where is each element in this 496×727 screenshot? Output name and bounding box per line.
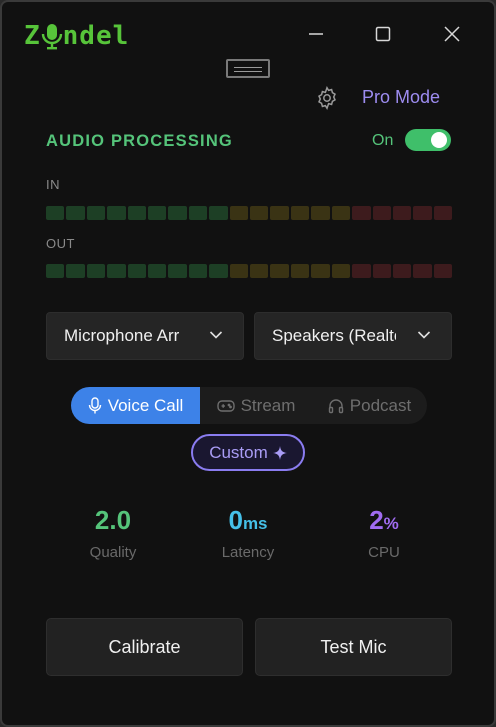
meter-segment: [311, 206, 330, 220]
processing-state-label: On: [372, 132, 394, 149]
meter-segment: [188, 264, 208, 278]
sparkle-icon: [272, 445, 287, 460]
cpu-number: 2: [369, 505, 384, 535]
compact-view-icon[interactable]: [226, 59, 270, 78]
stat-quality: 2.0 Quality: [48, 504, 178, 561]
meter-segment: [107, 264, 126, 278]
latency-value: 0ms: [183, 504, 313, 540]
meter-segment: [290, 206, 310, 220]
mode-voice-call[interactable]: Voice Call: [71, 387, 200, 424]
meter-segment: [331, 264, 351, 278]
meter-segment: [372, 264, 391, 278]
quality-value: 2.0: [48, 504, 178, 540]
meter-segment: [392, 206, 412, 220]
input-level-meter: [46, 206, 453, 220]
logo-letter-z: Z: [24, 21, 41, 51]
meter-segment: [352, 264, 371, 278]
meter-segment: [66, 206, 85, 220]
maximize-icon: [375, 26, 391, 42]
input-meter-label: IN: [46, 177, 60, 192]
meter-segment: [433, 264, 453, 278]
stat-latency: 0ms Latency: [183, 504, 313, 561]
meter-segment: [168, 264, 187, 278]
meter-segment: [148, 206, 167, 220]
meter-segment: [148, 264, 167, 278]
meter-segment: [229, 206, 249, 220]
meter-segment: [46, 206, 65, 220]
meter-segment: [168, 206, 187, 220]
meter-segment: [270, 264, 289, 278]
output-device-value: Speakers (Realte: [272, 326, 396, 345]
input-device-value: Microphone Arr: [64, 326, 180, 345]
minimize-button[interactable]: [300, 18, 332, 50]
mode-stream[interactable]: Stream: [200, 387, 312, 424]
mode-stream-label: Stream: [240, 395, 296, 415]
logo-mic-icon: [41, 22, 63, 50]
meter-segment: [86, 264, 106, 278]
meter-segment: [229, 264, 249, 278]
mode-podcast-label: Podcast: [349, 395, 412, 415]
pro-mode-link[interactable]: Pro Mode: [362, 87, 440, 108]
toggle-knob: [431, 132, 447, 148]
meter-segment: [250, 206, 269, 220]
custom-mode-button[interactable]: Custom: [191, 434, 305, 471]
close-icon: [444, 26, 460, 42]
cpu-label: CPU: [368, 544, 400, 561]
quality-number: 2.0: [94, 505, 132, 535]
title-bar[interactable]: Z ndel: [2, 2, 494, 66]
meter-segment: [413, 264, 432, 278]
chevron-down-icon: [417, 331, 431, 339]
app-logo: Z ndel: [24, 20, 129, 52]
headphones-icon: [328, 398, 343, 413]
latency-unit: ms: [242, 514, 268, 533]
calibrate-button[interactable]: Calibrate: [46, 618, 243, 676]
meter-segment: [209, 206, 228, 220]
mode-voice-call-label: Voice Call: [107, 395, 184, 415]
meter-segment: [107, 206, 126, 220]
latency-label: Latency: [221, 544, 275, 561]
mic-icon: [88, 396, 101, 413]
app-window: Z ndel Pro Mode AUDIO PROCESSING On IN O…: [0, 0, 496, 727]
meter-segment: [392, 264, 412, 278]
meter-segment: [413, 206, 432, 220]
meter-segment: [290, 264, 310, 278]
meter-segment: [127, 264, 147, 278]
meter-segment: [66, 264, 85, 278]
meter-segment: [127, 206, 147, 220]
gear-icon[interactable]: [315, 86, 339, 110]
custom-mode-label: Custom: [209, 442, 268, 462]
input-device-select[interactable]: Microphone Arr: [46, 312, 244, 360]
quality-label: Quality: [89, 544, 137, 561]
logo-text: ndel: [62, 21, 130, 51]
latency-number: 0: [228, 505, 243, 535]
meter-segment: [250, 264, 269, 278]
maximize-button[interactable]: [367, 18, 399, 50]
meter-segment: [188, 206, 208, 220]
meter-segment: [46, 264, 65, 278]
meter-segment: [86, 206, 106, 220]
gamepad-icon: [216, 399, 235, 412]
meter-segment: [311, 264, 330, 278]
close-button[interactable]: [436, 18, 468, 50]
meter-segment: [352, 206, 371, 220]
meter-segment: [331, 206, 351, 220]
meter-segment: [372, 206, 391, 220]
chevron-down-icon: [209, 331, 223, 339]
stat-cpu: 2% CPU: [319, 504, 449, 561]
meter-segment: [209, 264, 228, 278]
output-level-meter: [46, 264, 453, 278]
audio-processing-title: AUDIO PROCESSING: [46, 132, 233, 150]
meter-segment: [433, 206, 453, 220]
processing-toggle[interactable]: [405, 129, 451, 151]
test-mic-button[interactable]: Test Mic: [255, 618, 452, 676]
minimize-icon: [309, 33, 323, 35]
cpu-value: 2%: [319, 504, 449, 540]
output-meter-label: OUT: [46, 236, 75, 251]
cpu-unit: %: [383, 514, 399, 533]
mode-selector: Voice Call Stream Podcast: [71, 387, 427, 424]
mode-podcast[interactable]: Podcast: [312, 387, 427, 424]
meter-segment: [270, 206, 289, 220]
output-device-select[interactable]: Speakers (Realte: [254, 312, 452, 360]
